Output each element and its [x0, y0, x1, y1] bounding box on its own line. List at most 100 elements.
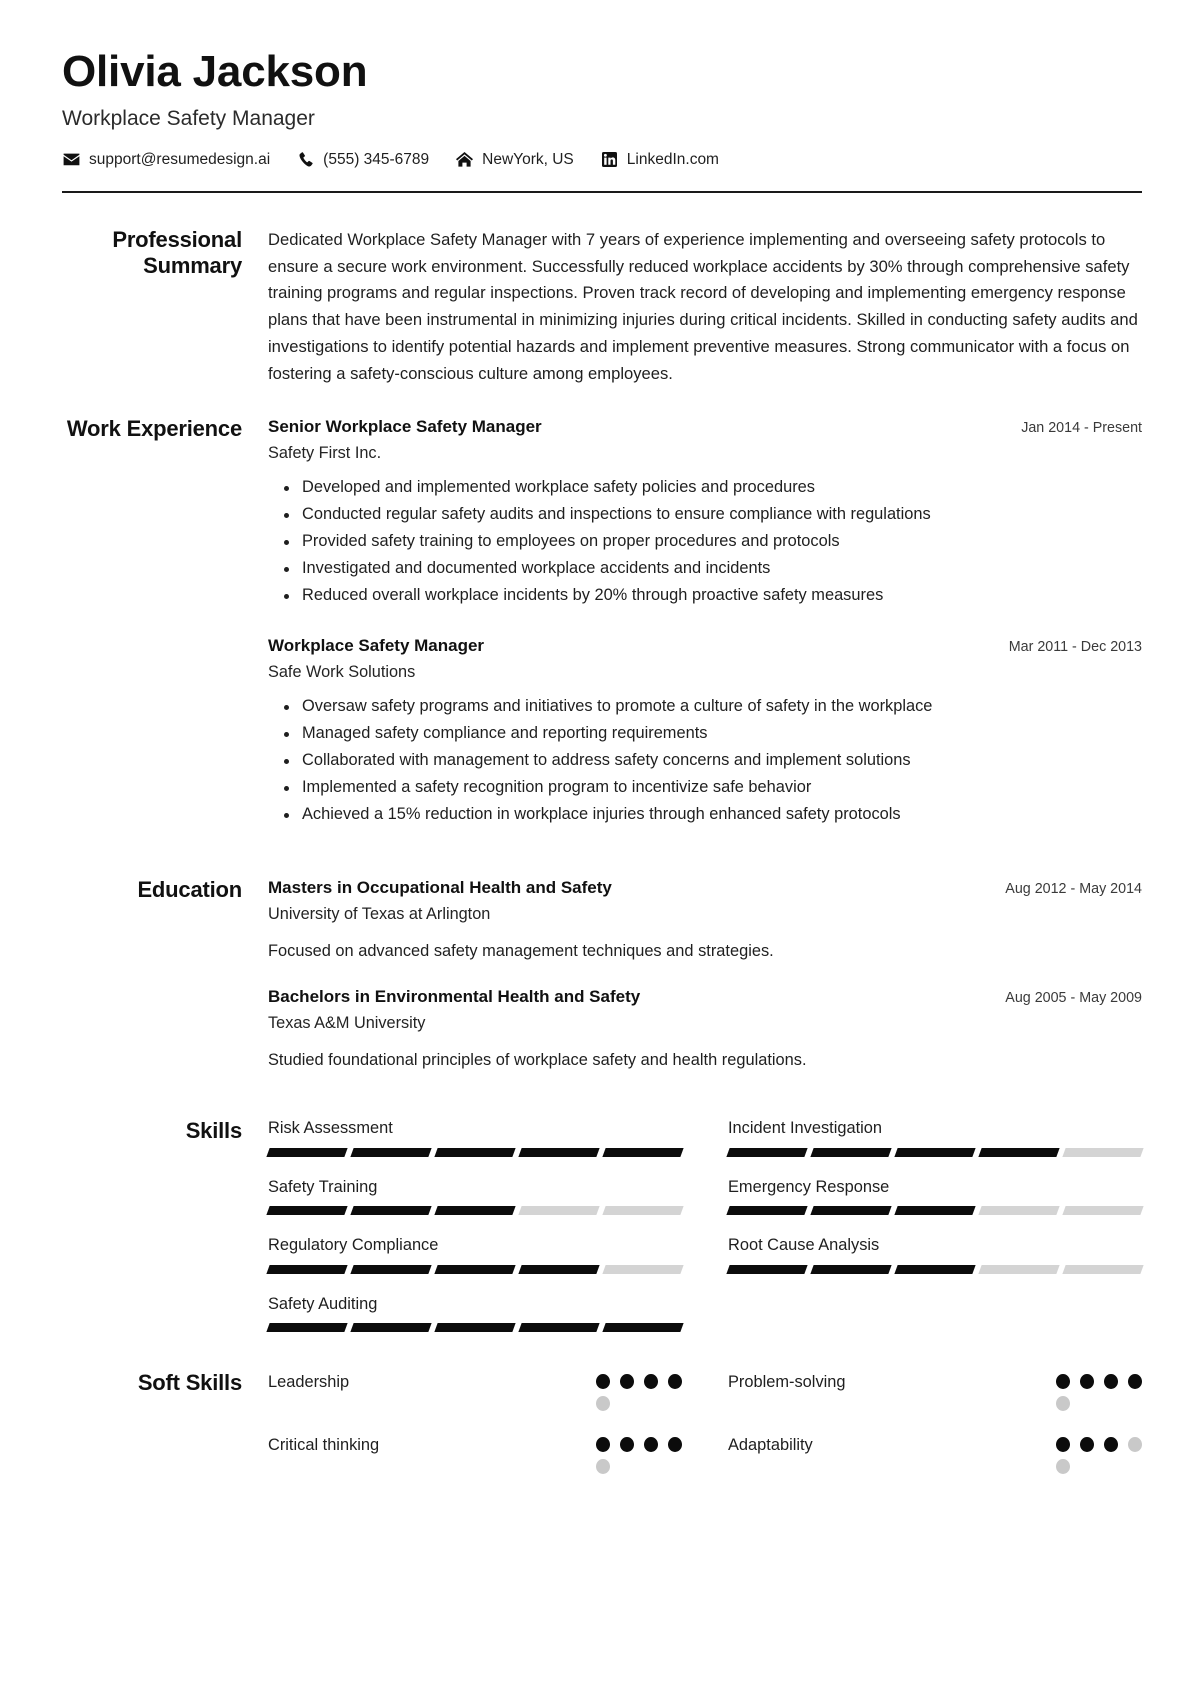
contact-linkedin[interactable]: LinkedIn.com [600, 151, 719, 169]
job-date-range: Jan 2014 - Present [1021, 419, 1142, 436]
job-bullet: Provided safety training to employees on… [284, 529, 1142, 555]
experience-entry: Senior Workplace Safety Manager Jan 2014 … [268, 416, 1142, 609]
skill-level-bar [266, 1206, 684, 1216]
skill-level-bar [266, 1323, 684, 1333]
job-company: Safety First Inc. [268, 444, 382, 463]
rating-dot-filled [644, 1437, 658, 1453]
skill-segment-filled [266, 1206, 348, 1216]
rating-dot-filled [620, 1374, 634, 1390]
skill-segment-filled [726, 1206, 808, 1216]
skill-name: Emergency Response [728, 1177, 890, 1196]
section-label-education: Education [137, 876, 242, 902]
skill-segment-filled [810, 1147, 892, 1157]
job-date-range: Mar 2011 - Dec 2013 [1008, 638, 1142, 655]
skill-segment-filled [266, 1147, 348, 1157]
section-work-experience: Work Experience Senior Workplace Safety … [58, 416, 1142, 829]
skill-segment-empty [602, 1264, 684, 1274]
soft-skill-rating [1056, 1433, 1142, 1475]
education-degree: Bachelors in Environmental Health and Sa… [268, 986, 641, 1006]
skill-segment-filled [810, 1206, 892, 1216]
skill-segment-filled [266, 1264, 348, 1274]
skill-level-bar [266, 1264, 684, 1274]
education-description: Studied foundational principles of workp… [268, 1050, 807, 1069]
skill-segment-filled [518, 1147, 600, 1157]
skill-segment-empty [602, 1206, 684, 1216]
skill-name: Root Cause Analysis [728, 1236, 880, 1255]
job-bullet: Managed safety compliance and reporting … [284, 721, 1142, 747]
skill-name: Safety Auditing [268, 1294, 378, 1313]
skill-segment-filled [350, 1206, 432, 1216]
education-entry-header: Masters in Occupational Health and Safet… [268, 877, 1142, 899]
candidate-name: Olivia Jackson [62, 47, 368, 96]
skill-segment-filled [434, 1147, 516, 1157]
job-bullet: Implemented a safety recognition program… [284, 775, 1142, 801]
skill-segment-filled [726, 1264, 808, 1274]
skill-segment-filled [810, 1264, 892, 1274]
skill-item: Risk Assessment [266, 1118, 684, 1157]
rating-dot-filled [1080, 1437, 1094, 1453]
skill-segment-filled [978, 1147, 1060, 1157]
skill-segment-filled [434, 1323, 516, 1333]
rating-dot-empty [1056, 1459, 1070, 1475]
contact-location-text: NewYork, US [482, 150, 574, 168]
skill-segment-filled [434, 1206, 516, 1216]
linkedin-icon [600, 151, 619, 168]
skill-level-bar [266, 1147, 684, 1157]
education-date-range: Aug 2012 - May 2014 [1005, 880, 1142, 897]
rating-dot-filled [596, 1374, 610, 1390]
skill-name: Risk Assessment [268, 1119, 393, 1138]
skill-item: Safety Auditing [266, 1294, 684, 1333]
skill-segment-filled [266, 1323, 348, 1333]
section-skills: Skills Risk Assessment Incident Investiga… [58, 1118, 1144, 1352]
soft-skill-item: Adaptability [728, 1433, 1142, 1475]
rating-dot-filled [1056, 1437, 1070, 1453]
rating-dot-filled [1080, 1374, 1094, 1390]
contact-location[interactable]: NewYork, US [455, 151, 574, 169]
skill-segment-empty [1062, 1264, 1144, 1274]
skill-level-bar [726, 1147, 1144, 1157]
job-bullet: Reduced overall workplace incidents by 2… [284, 583, 1142, 609]
soft-skill-item: Critical thinking [268, 1433, 682, 1475]
rating-dot-filled [620, 1437, 634, 1453]
rating-dot-empty [596, 1459, 610, 1475]
resume-page: Olivia Jackson Workplace Safety Manager … [0, 0, 1200, 1684]
section-label-soft-skills: Soft Skills [137, 1370, 242, 1396]
skill-segment-empty [1062, 1206, 1144, 1216]
soft-skill-name: Leadership [268, 1373, 350, 1392]
skill-segment-filled [894, 1147, 976, 1157]
experience-entry-header: Workplace Safety Manager Mar 2011 - Dec 2… [268, 635, 1142, 657]
contact-phone[interactable]: (555) 345-6789 [296, 151, 429, 169]
job-bullet: Conducted regular safety audits and insp… [284, 502, 1142, 528]
skill-segment-filled [518, 1264, 600, 1274]
job-bullet: Collaborated with management to address … [284, 748, 1142, 774]
skill-level-bar [726, 1206, 1144, 1216]
soft-skills-grid: Leadership Problem-solving Critical thinki… [268, 1370, 1142, 1496]
skill-name: Incident Investigation [728, 1119, 882, 1138]
education-entry: Masters in Occupational Health and Safet… [268, 877, 1142, 964]
skill-segment-filled [894, 1264, 976, 1274]
education-degree: Masters in Occupational Health and Safet… [268, 877, 612, 897]
skill-segment-filled [518, 1323, 600, 1333]
contact-email[interactable]: support@resumedesign.ai [62, 151, 270, 169]
skill-segment-filled [350, 1147, 432, 1157]
skill-segment-empty [978, 1206, 1060, 1216]
skill-segment-filled [726, 1147, 808, 1157]
rating-dot-filled [1128, 1374, 1142, 1390]
contact-email-text: support@resumedesign.ai [89, 150, 271, 168]
skill-segment-empty [1062, 1147, 1144, 1157]
job-bullet-list: Oversaw safety programs and initiatives … [268, 694, 1142, 828]
job-bullet: Developed and implemented workplace safe… [284, 475, 1142, 501]
job-title: Workplace Safety Manager [268, 635, 485, 655]
job-company: Safe Work Solutions [268, 662, 416, 681]
section-professional-summary: Professional Summary Dedicated Workplace… [58, 227, 1142, 388]
skill-segment-filled [894, 1206, 976, 1216]
rating-dot-empty [1056, 1396, 1070, 1412]
education-entry-header: Bachelors in Environmental Health and Sa… [268, 986, 1142, 1008]
rating-dot-empty [1128, 1437, 1142, 1453]
skill-segment-empty [978, 1264, 1060, 1274]
job-bullet: Investigated and documented workplace ac… [284, 556, 1142, 582]
skill-item: Root Cause Analysis [726, 1235, 1144, 1274]
skill-segment-filled [350, 1264, 432, 1274]
soft-skill-name: Critical thinking [268, 1436, 380, 1455]
contact-phone-text: (555) 345-6789 [323, 150, 430, 168]
